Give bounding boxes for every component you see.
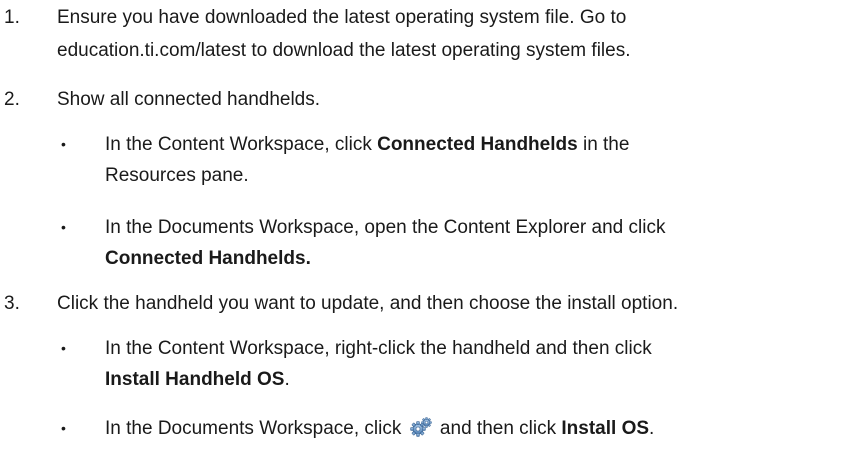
bullet-text: In the Documents Workspace, open the Con… [105,213,845,273]
step-text: Click the handheld you want to update, a… [57,293,679,314]
bullet-text: In the Content Workspace, right-click th… [105,334,845,394]
bullet-line: Install Handheld OS. [105,365,845,394]
bullet-line: In the Content Workspace, click Connecte… [105,130,845,159]
text-segment: In the Content Workspace, click [105,134,378,155]
ui-term-connected-handhelds: Connected Handhelds. [105,248,311,269]
text-segment: . [284,369,290,390]
bullet-dot: • [61,136,66,152]
bullet-line: In the Documents Workspace, open the Con… [105,217,666,238]
ui-term-install-os: Install OS [561,418,650,439]
ui-term-connected-handhelds: Connected Handhelds [377,134,578,155]
step-text-line: education.ti.com/latest to download the … [57,40,631,61]
text-segment: and then click [434,418,562,439]
ui-term-install-handheld-os: Install Handheld OS [105,369,285,390]
step-text: Show all connected handhelds. [57,89,321,110]
bullet-line: Connected Handhelds. [105,244,845,273]
gear-icon [409,416,433,440]
bullet-dot: • [61,340,66,356]
bullet-line: Resources pane. [105,165,249,186]
step-text: Ensure you have downloaded the latest op… [57,3,847,65]
text-segment: In the Documents Workspace, click [105,418,407,439]
bullet-dot: • [61,219,66,235]
bullet-dot: • [61,420,66,436]
step-number: 1. [4,7,20,28]
bullet-text: In the Documents Workspace, click and th… [105,414,845,443]
step-number: 3. [4,293,20,314]
text-segment: in the [577,134,630,155]
bullet-line: In the Content Workspace, right-click th… [105,338,652,359]
step-text-line: Ensure you have downloaded the latest op… [57,7,627,28]
step-number: 2. [4,89,20,110]
bullet-text: In the Content Workspace, click Connecte… [105,130,845,190]
text-segment: . [649,418,655,439]
